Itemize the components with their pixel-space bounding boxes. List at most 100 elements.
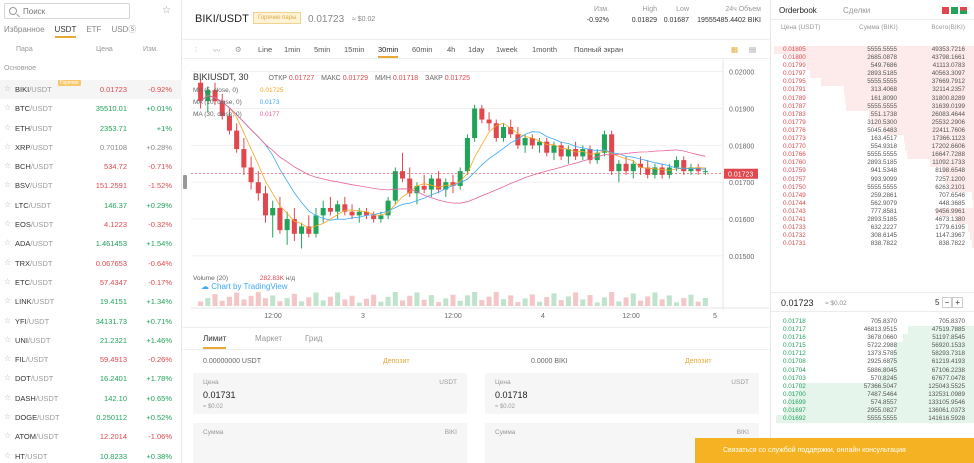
favorite-star-icon[interactable]: ☆ bbox=[4, 258, 11, 267]
order-tab[interactable]: Грид bbox=[305, 334, 322, 343]
ask-row[interactable]: 0.01787 5555.5555 31639.0199 bbox=[771, 102, 974, 111]
ask-row[interactable]: 0.01744 562.9079 448.3685 bbox=[771, 199, 974, 208]
interval-5min[interactable]: 5min bbox=[314, 45, 330, 54]
interval-4h[interactable]: 4h bbox=[447, 45, 455, 54]
favorite-star-icon[interactable]: ☆ bbox=[4, 412, 11, 421]
favorite-star-icon[interactable]: ☆ bbox=[4, 142, 11, 151]
decimals-selector[interactable]: 5 − + bbox=[935, 297, 963, 308]
ask-row[interactable]: 0.01800 2685.0878 43798.1661 bbox=[771, 54, 974, 63]
asks-view-icon[interactable] bbox=[942, 7, 949, 14]
star-icon[interactable]: ☆ bbox=[162, 5, 171, 16]
both-view-icon[interactable] bbox=[960, 7, 967, 14]
ask-row[interactable]: 0.01779 3120.5300 25532.2906 bbox=[771, 118, 974, 127]
ask-row[interactable]: 0.01750 5555.5555 6263.2101 bbox=[771, 183, 974, 192]
market-row[interactable]: ☆ LINK/USDT 19.4151 +1.34% bbox=[0, 292, 182, 311]
market-search[interactable] bbox=[4, 3, 130, 19]
market-row[interactable]: ☆ ATOM/USDT 12.2014 -1.06% bbox=[0, 427, 182, 446]
favorite-star-icon[interactable]: ☆ bbox=[4, 393, 11, 402]
interval-30min[interactable]: 30min bbox=[378, 45, 399, 58]
buy-price-field[interactable]: Цена USDT 0.01731 ≈ $0.02 bbox=[193, 373, 467, 414]
market-row[interactable]: ☆ BSV/USDT 151.2591 -1.52% bbox=[0, 176, 182, 195]
buy-price-value[interactable]: 0.01731 bbox=[203, 390, 236, 400]
bid-row[interactable]: 0.01692 5555.5555 141616.5928 bbox=[771, 415, 974, 424]
market-row[interactable]: ☆ YFI/USDT 34131.73 +0.71% bbox=[0, 312, 182, 331]
ask-row[interactable]: 0.01791 313.4068 32114.2357 bbox=[771, 86, 974, 95]
indicator-icon[interactable]: 〰 bbox=[213, 45, 221, 56]
candle-type-icon[interactable]: ⫶ bbox=[195, 45, 197, 55]
market-row[interactable]: ☆ DOGE/USDT 0.250112 +0.52% bbox=[0, 408, 182, 427]
order-tab[interactable]: Лимит bbox=[203, 334, 227, 349]
favorite-star-icon[interactable]: ☆ bbox=[4, 451, 11, 460]
favorite-star-icon[interactable]: ☆ bbox=[4, 103, 11, 112]
market-row[interactable]: ☆ UNI/USDT 21.2321 +1.46% bbox=[0, 331, 182, 350]
favorite-star-icon[interactable]: ☆ bbox=[4, 219, 11, 228]
buy-deposit-link[interactable]: Депозит bbox=[383, 358, 410, 365]
pair-symbol[interactable]: BIKI/USDT bbox=[195, 13, 249, 25]
favorite-star-icon[interactable]: ☆ bbox=[4, 354, 11, 363]
market-row[interactable]: ☆ DOT/USDT 16.2401 +1.78% bbox=[0, 369, 182, 388]
ask-row[interactable]: 0.01757 993.9099 7257.1200 bbox=[771, 175, 974, 184]
interval-15min[interactable]: 15min bbox=[344, 45, 364, 54]
market-row[interactable]: ☆ TRX/USDT 0.067653 -0.64% bbox=[0, 254, 182, 273]
market-row[interactable]: ☆ BTC/USDT 35510.01 +0.01% bbox=[0, 99, 182, 118]
favorite-star-icon[interactable]: ☆ bbox=[4, 431, 11, 440]
support-notice[interactable]: Связаться со службой поддержки, онлайн к… bbox=[695, 438, 974, 463]
favorite-star-icon[interactable]: ☆ bbox=[4, 161, 11, 170]
interval-1month[interactable]: 1month bbox=[532, 45, 557, 54]
tab-trades[interactable]: Сделки bbox=[843, 6, 870, 15]
market-tab[interactable]: USDT bbox=[54, 24, 77, 38]
search-input[interactable] bbox=[23, 6, 123, 16]
ask-row[interactable]: 0.01789 161.8090 31800.8289 bbox=[771, 94, 974, 103]
plus-icon[interactable]: + bbox=[952, 297, 963, 308]
depth-chart-icon[interactable]: ▤ bbox=[749, 45, 756, 54]
ask-row[interactable]: 0.01741 2893.5185 4673.1380 bbox=[771, 215, 974, 225]
order-tab[interactable]: Маркет bbox=[255, 334, 282, 343]
bid-row[interactable]: 0.01708 2925.6875 61219.4193 bbox=[771, 358, 974, 367]
bid-row[interactable]: 0.01704 5886.8045 67106.2238 bbox=[771, 366, 974, 375]
ask-row[interactable]: 0.01797 2893.5185 40563.3097 bbox=[771, 70, 974, 79]
bid-row[interactable]: 0.01715 5722.2988 56920.1533 bbox=[771, 342, 974, 351]
sell-deposit-link[interactable]: Депозит bbox=[685, 358, 712, 365]
sell-price-value[interactable]: 0.01718 bbox=[495, 390, 528, 400]
ask-row[interactable]: 0.01732 308.6145 1147.3967 bbox=[771, 232, 974, 241]
market-row[interactable]: ☆ BIKI/USDT 0.01723 -0.92% Горячие bbox=[0, 80, 182, 100]
bid-row[interactable]: 0.01718 705.8370 705.8370 bbox=[771, 318, 974, 326]
chart-layout-icon[interactable]: ▦ bbox=[731, 45, 738, 54]
ask-row[interactable]: 0.01733 632.2227 1779.6195 bbox=[771, 224, 974, 233]
bid-row[interactable]: 0.01702 57366.5047 125043.5525 bbox=[771, 382, 974, 391]
market-row[interactable]: ☆ HT/USDT 10.8233 +0.38% bbox=[0, 447, 182, 463]
favorite-star-icon[interactable]: ☆ bbox=[4, 335, 11, 344]
favorite-star-icon[interactable]: ☆ bbox=[4, 373, 11, 382]
ask-row[interactable]: 0.01795 5555.5555 37669.7912 bbox=[771, 78, 974, 87]
market-row[interactable]: ☆ ETC/USDT 57.4347 -0.17% bbox=[0, 273, 182, 292]
ask-row[interactable]: 0.01805 5555.5555 49353.7216 bbox=[771, 46, 974, 55]
interval-60min[interactable]: 60min bbox=[412, 45, 432, 54]
favorite-star-icon[interactable]: ☆ bbox=[4, 123, 11, 132]
market-tab[interactable]: ETF bbox=[86, 24, 101, 38]
buy-amount-field[interactable]: Сумма BIKI bbox=[193, 423, 467, 463]
bids-view-icon[interactable] bbox=[951, 7, 958, 14]
ask-row[interactable]: 0.01760 2893.5185 11092.1733 bbox=[771, 159, 974, 168]
favorite-star-icon[interactable]: ☆ bbox=[4, 238, 11, 247]
market-tab[interactable]: USDⓈ bbox=[111, 24, 136, 38]
bid-row[interactable]: 0.01703 570.8245 67677.0478 bbox=[771, 374, 974, 383]
favorite-star-icon[interactable]: ☆ bbox=[4, 296, 11, 305]
ask-row[interactable]: 0.01773 163.4517 17366.1123 bbox=[771, 135, 974, 144]
ask-row[interactable]: 0.01743 777.8581 9456.9961 bbox=[771, 207, 974, 216]
market-tab[interactable]: Избранное bbox=[4, 24, 45, 38]
ask-row[interactable]: 0.01749 259.2861 707.6546 bbox=[771, 191, 974, 200]
interval-полный-экран[interactable]: Полный экран bbox=[574, 45, 623, 54]
bid-row[interactable]: 0.01699 574.8557 133105.9546 bbox=[771, 398, 974, 408]
market-row[interactable]: ☆ ADA/USDT 1.461453 +1.54% bbox=[0, 234, 182, 253]
market-row[interactable]: ☆ LTC/USDT 146.37 +0.29% bbox=[0, 196, 182, 215]
ask-row[interactable]: 0.01799 549.7686 41113.0783 bbox=[771, 62, 974, 71]
favorite-star-icon[interactable]: ☆ bbox=[4, 84, 11, 93]
minus-icon[interactable]: − bbox=[941, 297, 953, 308]
bid-row[interactable]: 0.01717 46813.9515 47519.7885 bbox=[771, 326, 974, 335]
bid-row[interactable]: 0.01700 7487.5464 132531.0989 bbox=[771, 390, 974, 399]
interval-line[interactable]: Line bbox=[258, 45, 272, 54]
interval-1week[interactable]: 1week bbox=[496, 45, 518, 54]
sell-price-field[interactable]: Цена USDT 0.01718 ≈ $0.02 bbox=[485, 373, 759, 414]
market-row[interactable]: ☆ EOS/USDT 4.1223 -0.32% bbox=[0, 215, 182, 234]
ask-row[interactable]: 0.01770 554.9318 17202.6606 bbox=[771, 143, 974, 152]
